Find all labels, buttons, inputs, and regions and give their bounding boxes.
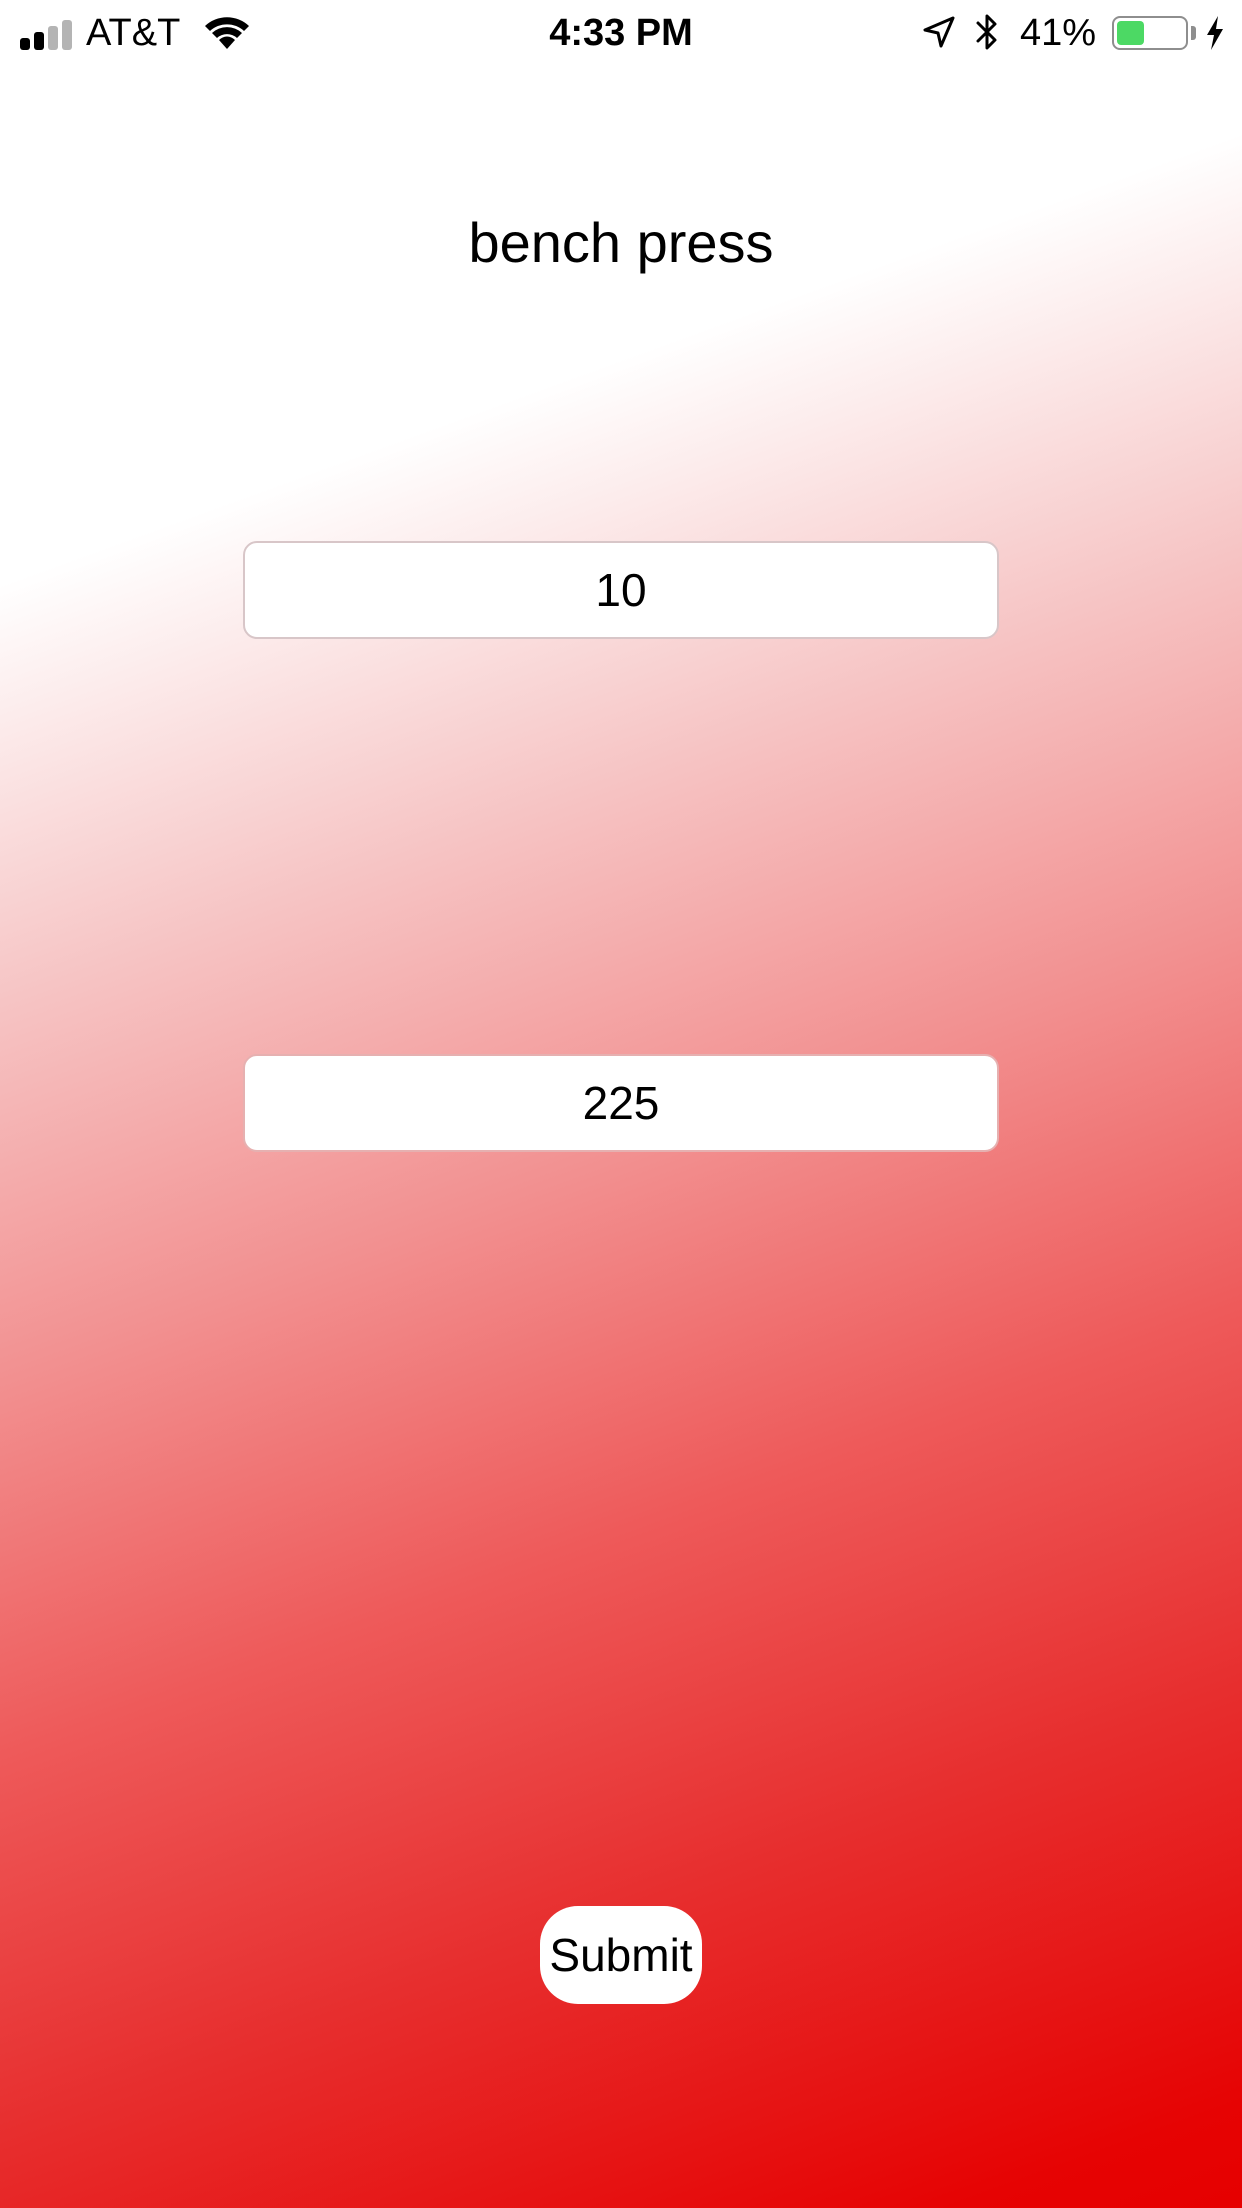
battery-level-fill bbox=[1117, 21, 1144, 45]
bluetooth-icon bbox=[976, 14, 997, 50]
battery-icon bbox=[1112, 16, 1188, 50]
battery-percent: 41% bbox=[1020, 12, 1097, 54]
submit-button[interactable]: Submit bbox=[540, 1906, 702, 2004]
battery-nub bbox=[1191, 26, 1196, 40]
status-bar: AT&T 4:33 PM 41% bbox=[0, 0, 1242, 66]
location-arrow-icon bbox=[923, 16, 955, 48]
reps-input[interactable] bbox=[243, 541, 999, 639]
exercise-title: bench press bbox=[468, 211, 774, 274]
charging-bolt-icon bbox=[1207, 16, 1223, 50]
weight-input[interactable] bbox=[243, 1054, 999, 1152]
app-screen: AT&T 4:33 PM 41% bench press Submit bbox=[0, 0, 1242, 2208]
